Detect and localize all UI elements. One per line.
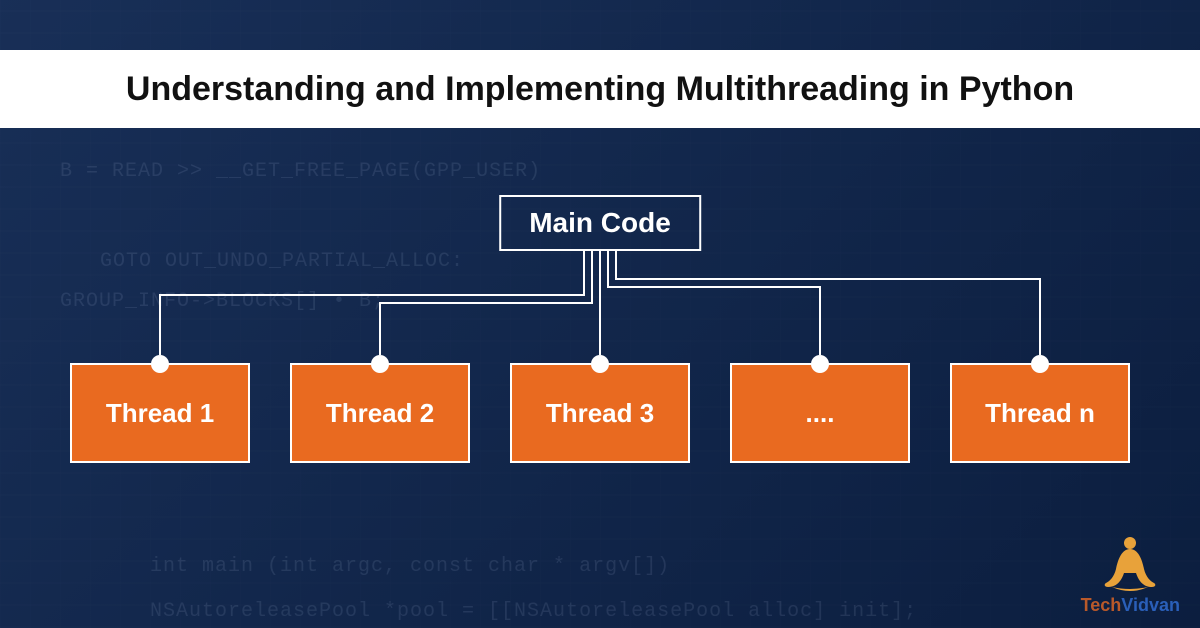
page-title: Understanding and Implementing Multithre… [126, 70, 1074, 109]
bg-code-line: NSAutoreleasePool *pool = [[NSAutoreleas… [150, 600, 917, 623]
connector-dot-icon [811, 355, 829, 373]
thread-node: Thread 1 [70, 363, 250, 463]
thread-node: Thread 3 [510, 363, 690, 463]
bg-code-line: B = READ >> __GET_FREE_PAGE(GPP_USER) [60, 160, 541, 183]
thread-label: Thread 3 [546, 398, 654, 429]
thread-label: Thread n [985, 398, 1095, 429]
thread-node: .... [730, 363, 910, 463]
brand-name: TechVidvan [1081, 595, 1180, 616]
connector-dot-icon [151, 355, 169, 373]
thread-node: Thread 2 [290, 363, 470, 463]
thread-node: Thread n [950, 363, 1130, 463]
threads-row: Thread 1 Thread 2 Thread 3 .... Thread n [0, 363, 1200, 463]
main-code-node: Main Code [499, 195, 701, 251]
meditating-figure-icon [1102, 533, 1158, 593]
thread-diagram: Main Code Thread 1 Thread 2 Thread 3 ...… [0, 195, 1200, 495]
connector-dot-icon [591, 355, 609, 373]
connector-dot-icon [371, 355, 389, 373]
connector-dot-icon [1031, 355, 1049, 373]
title-bar: Understanding and Implementing Multithre… [0, 50, 1200, 128]
thread-label: .... [806, 398, 835, 429]
main-code-label: Main Code [529, 207, 671, 238]
bg-code-line: int main (int argc, const char * argv[]) [150, 555, 670, 578]
brand-logo: TechVidvan [1081, 533, 1180, 616]
thread-label: Thread 1 [106, 398, 214, 429]
thread-label: Thread 2 [326, 398, 434, 429]
